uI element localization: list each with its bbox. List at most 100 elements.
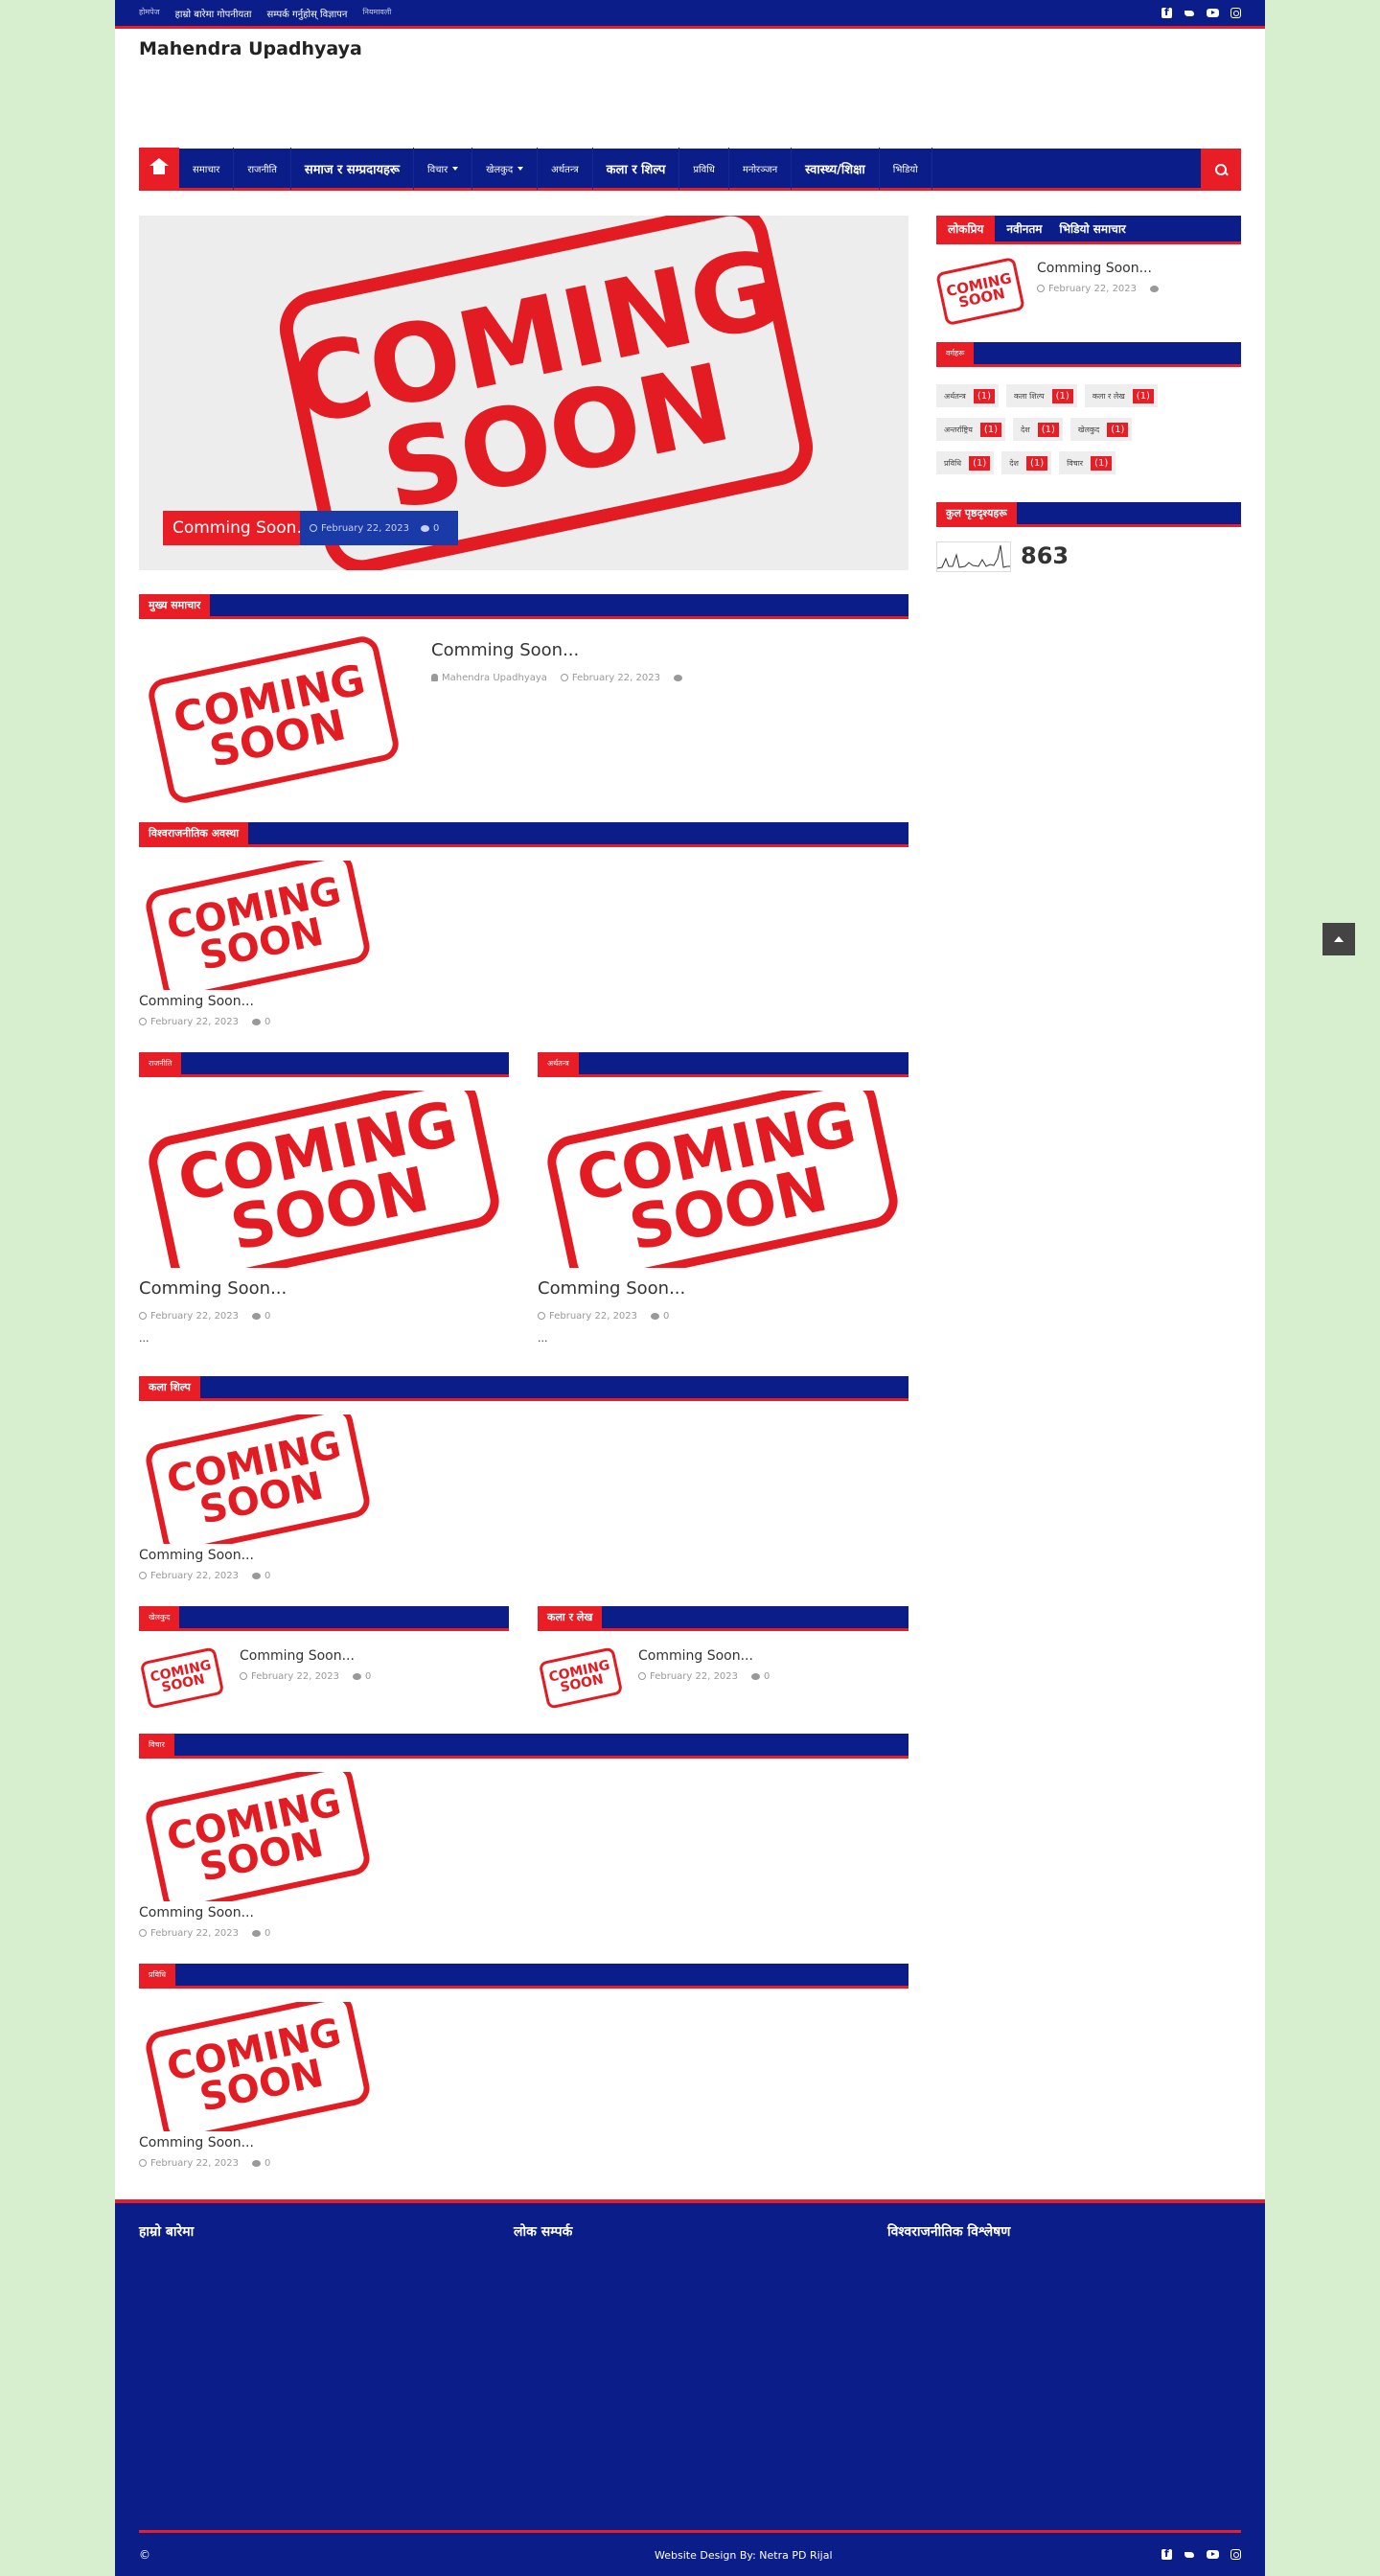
- twitter-icon[interactable]: [1184, 8, 1195, 18]
- comment-icon: [252, 1019, 262, 1025]
- section-label[interactable]: अर्थतन्त्र: [538, 1052, 579, 1074]
- popular-post-title[interactable]: Comming Soon...: [1037, 261, 1152, 276]
- post-thumb[interactable]: COMING SOON: [139, 1091, 509, 1268]
- post-title[interactable]: Comming Soon...: [638, 1648, 753, 1664]
- section-label[interactable]: खेलकुद: [139, 1606, 180, 1628]
- nav-item-label: मनोरञ्जन: [742, 164, 778, 175]
- hero-comments: 0: [433, 522, 440, 534]
- footer-col-contact: लोक सम्पर्क: [514, 2224, 573, 2240]
- tab-popular[interactable]: लोकप्रिय: [936, 216, 996, 242]
- top-link-terms[interactable]: नियमावली: [362, 7, 391, 20]
- comments-wrap: 0: [353, 1671, 371, 1682]
- post-comments[interactable]: 0: [663, 1311, 669, 1322]
- nav-item[interactable]: मनोरञ्जन: [729, 147, 793, 190]
- facebook-icon[interactable]: [1162, 6, 1172, 18]
- label-item[interactable]: विचार (1): [1059, 451, 1116, 474]
- label-item[interactable]: प्रविधि (1): [936, 451, 995, 474]
- label-item[interactable]: अर्थतन्त्र (1): [936, 384, 999, 407]
- post-thumb[interactable]: COMING SOON: [139, 1772, 379, 1901]
- post-thumb[interactable]: COMING SOON: [538, 1091, 908, 1268]
- comment-icon[interactable]: [673, 675, 682, 681]
- post-thumb[interactable]: COMING SOON: [139, 2002, 379, 2131]
- post-excerpt: ...: [538, 1332, 548, 1345]
- post-comments[interactable]: 0: [264, 1571, 270, 1581]
- section-header-arts: कला शिल्प: [139, 1376, 908, 1401]
- post-comments[interactable]: 0: [365, 1671, 371, 1682]
- nav-item[interactable]: भिडियो: [880, 147, 932, 190]
- tab-recent[interactable]: नवीनतम: [995, 220, 1053, 237]
- post-title[interactable]: Comming Soon...: [139, 994, 254, 1009]
- post-date: February 22, 2023: [150, 1928, 240, 1939]
- label-item[interactable]: कला र लेख (1): [1084, 384, 1158, 407]
- label-item[interactable]: देश (1): [1013, 418, 1063, 441]
- nav-item[interactable]: स्वास्थ्य/शिक्षा: [792, 147, 880, 190]
- chevron-down-icon: [518, 166, 524, 171]
- post-title[interactable]: Comming Soon...: [139, 1905, 254, 1920]
- label-count: (1): [1091, 455, 1113, 471]
- post-thumb[interactable]: COMING SOON: [538, 1644, 624, 1712]
- post-thumb[interactable]: COMING SOON: [139, 632, 407, 805]
- post-title[interactable]: Comming Soon...: [240, 1648, 355, 1664]
- section-label[interactable]: प्रविधि: [139, 1964, 176, 1986]
- label-name: देश: [1021, 425, 1030, 434]
- nav-item[interactable]: समाचार: [179, 147, 235, 190]
- comment-icon[interactable]: [1150, 286, 1160, 292]
- date-wrap: February 22, 2023: [139, 1017, 239, 1027]
- instagram-icon[interactable]: [1230, 2549, 1241, 2560]
- section-label[interactable]: मुख्य समाचार: [139, 594, 211, 616]
- label-item[interactable]: देश (1): [1001, 451, 1052, 474]
- section-header-world-politics: विश्वराजनीतिक अवस्था: [139, 822, 908, 847]
- nav-item[interactable]: अर्थतन्त्र: [538, 147, 593, 190]
- nav-item[interactable]: राजनीति: [234, 147, 291, 190]
- hero-image[interactable]: COMING SOON Comming Soon... February 22,…: [139, 216, 908, 570]
- section-label[interactable]: विश्वराजनीतिक अवस्था: [139, 822, 249, 844]
- hero-title[interactable]: Comming Soon...: [163, 511, 322, 545]
- top-link-about[interactable]: हाम्रो बारेमा गोपनीयता: [175, 7, 252, 20]
- section-header-art-writing: कला र लेख: [538, 1606, 908, 1631]
- clock-icon: [139, 1572, 147, 1579]
- section-label[interactable]: कला शिल्प: [139, 1376, 200, 1398]
- search-button[interactable]: [1201, 149, 1241, 191]
- instagram-icon[interactable]: [1230, 8, 1241, 18]
- post-thumb[interactable]: COMING SOON: [139, 1644, 225, 1712]
- post-thumb[interactable]: COMING SOON: [139, 861, 379, 990]
- nav-item[interactable]: विचार: [414, 147, 473, 190]
- label-row: प्रविधि (1) देश (1) विचार (1): [936, 451, 1116, 474]
- top-link-contact[interactable]: सम्पर्क गर्नुहोस् विज्ञापन: [267, 7, 348, 20]
- post-comments[interactable]: 0: [764, 1671, 770, 1682]
- top-link-home[interactable]: होमपेज: [139, 7, 160, 20]
- post-comments[interactable]: 0: [264, 1311, 270, 1322]
- post-comments[interactable]: 0: [264, 1017, 270, 1027]
- label-item[interactable]: अन्तर्राष्ट्रिय (1): [936, 418, 1006, 441]
- post-comments[interactable]: 0: [264, 2158, 270, 2169]
- date-wrap: February 22, 2023: [638, 1671, 738, 1682]
- post-title[interactable]: Comming Soon...: [538, 1278, 685, 1299]
- design-credit[interactable]: Website Design By: Netra PD Rijal: [655, 2549, 833, 2562]
- twitter-icon[interactable]: [1184, 2549, 1195, 2560]
- youtube-icon[interactable]: [1207, 2550, 1219, 2559]
- nav-item[interactable]: प्रविधि: [679, 147, 729, 190]
- post-title[interactable]: Comming Soon...: [431, 640, 579, 660]
- post-comments[interactable]: 0: [264, 1928, 270, 1939]
- tab-video[interactable]: भिडियो समाचार: [1053, 220, 1131, 237]
- label-item[interactable]: खेलकुद (1): [1070, 418, 1133, 441]
- label-item[interactable]: कला शिल्प (1): [1005, 384, 1077, 407]
- nav-item[interactable]: कला र शिल्प: [593, 147, 680, 190]
- home-button[interactable]: [139, 147, 179, 190]
- nav-item[interactable]: समाज र सम्प्रदायहरू: [291, 147, 414, 190]
- nav-item[interactable]: खेलकुद: [472, 147, 539, 190]
- section-label[interactable]: विचार: [139, 1734, 174, 1756]
- facebook-icon[interactable]: [1162, 2547, 1172, 2560]
- site-title[interactable]: Mahendra Upadhyaya: [139, 38, 362, 59]
- youtube-icon[interactable]: [1207, 9, 1219, 17]
- post-thumb[interactable]: COMING SOON: [139, 1414, 379, 1544]
- section-label[interactable]: राजनीति: [139, 1052, 182, 1074]
- post-author[interactable]: Mahendra Upadhyaya: [442, 673, 547, 683]
- post-title[interactable]: Comming Soon...: [139, 2135, 254, 2150]
- back-to-top-button[interactable]: [1322, 923, 1355, 955]
- section-label[interactable]: कला र लेख: [538, 1606, 603, 1628]
- stamp: COMING SOON: [143, 1414, 373, 1544]
- post-title[interactable]: Comming Soon...: [139, 1548, 254, 1563]
- post-title[interactable]: Comming Soon...: [139, 1278, 287, 1299]
- popular-post-thumb[interactable]: COMING SOON: [936, 257, 1024, 326]
